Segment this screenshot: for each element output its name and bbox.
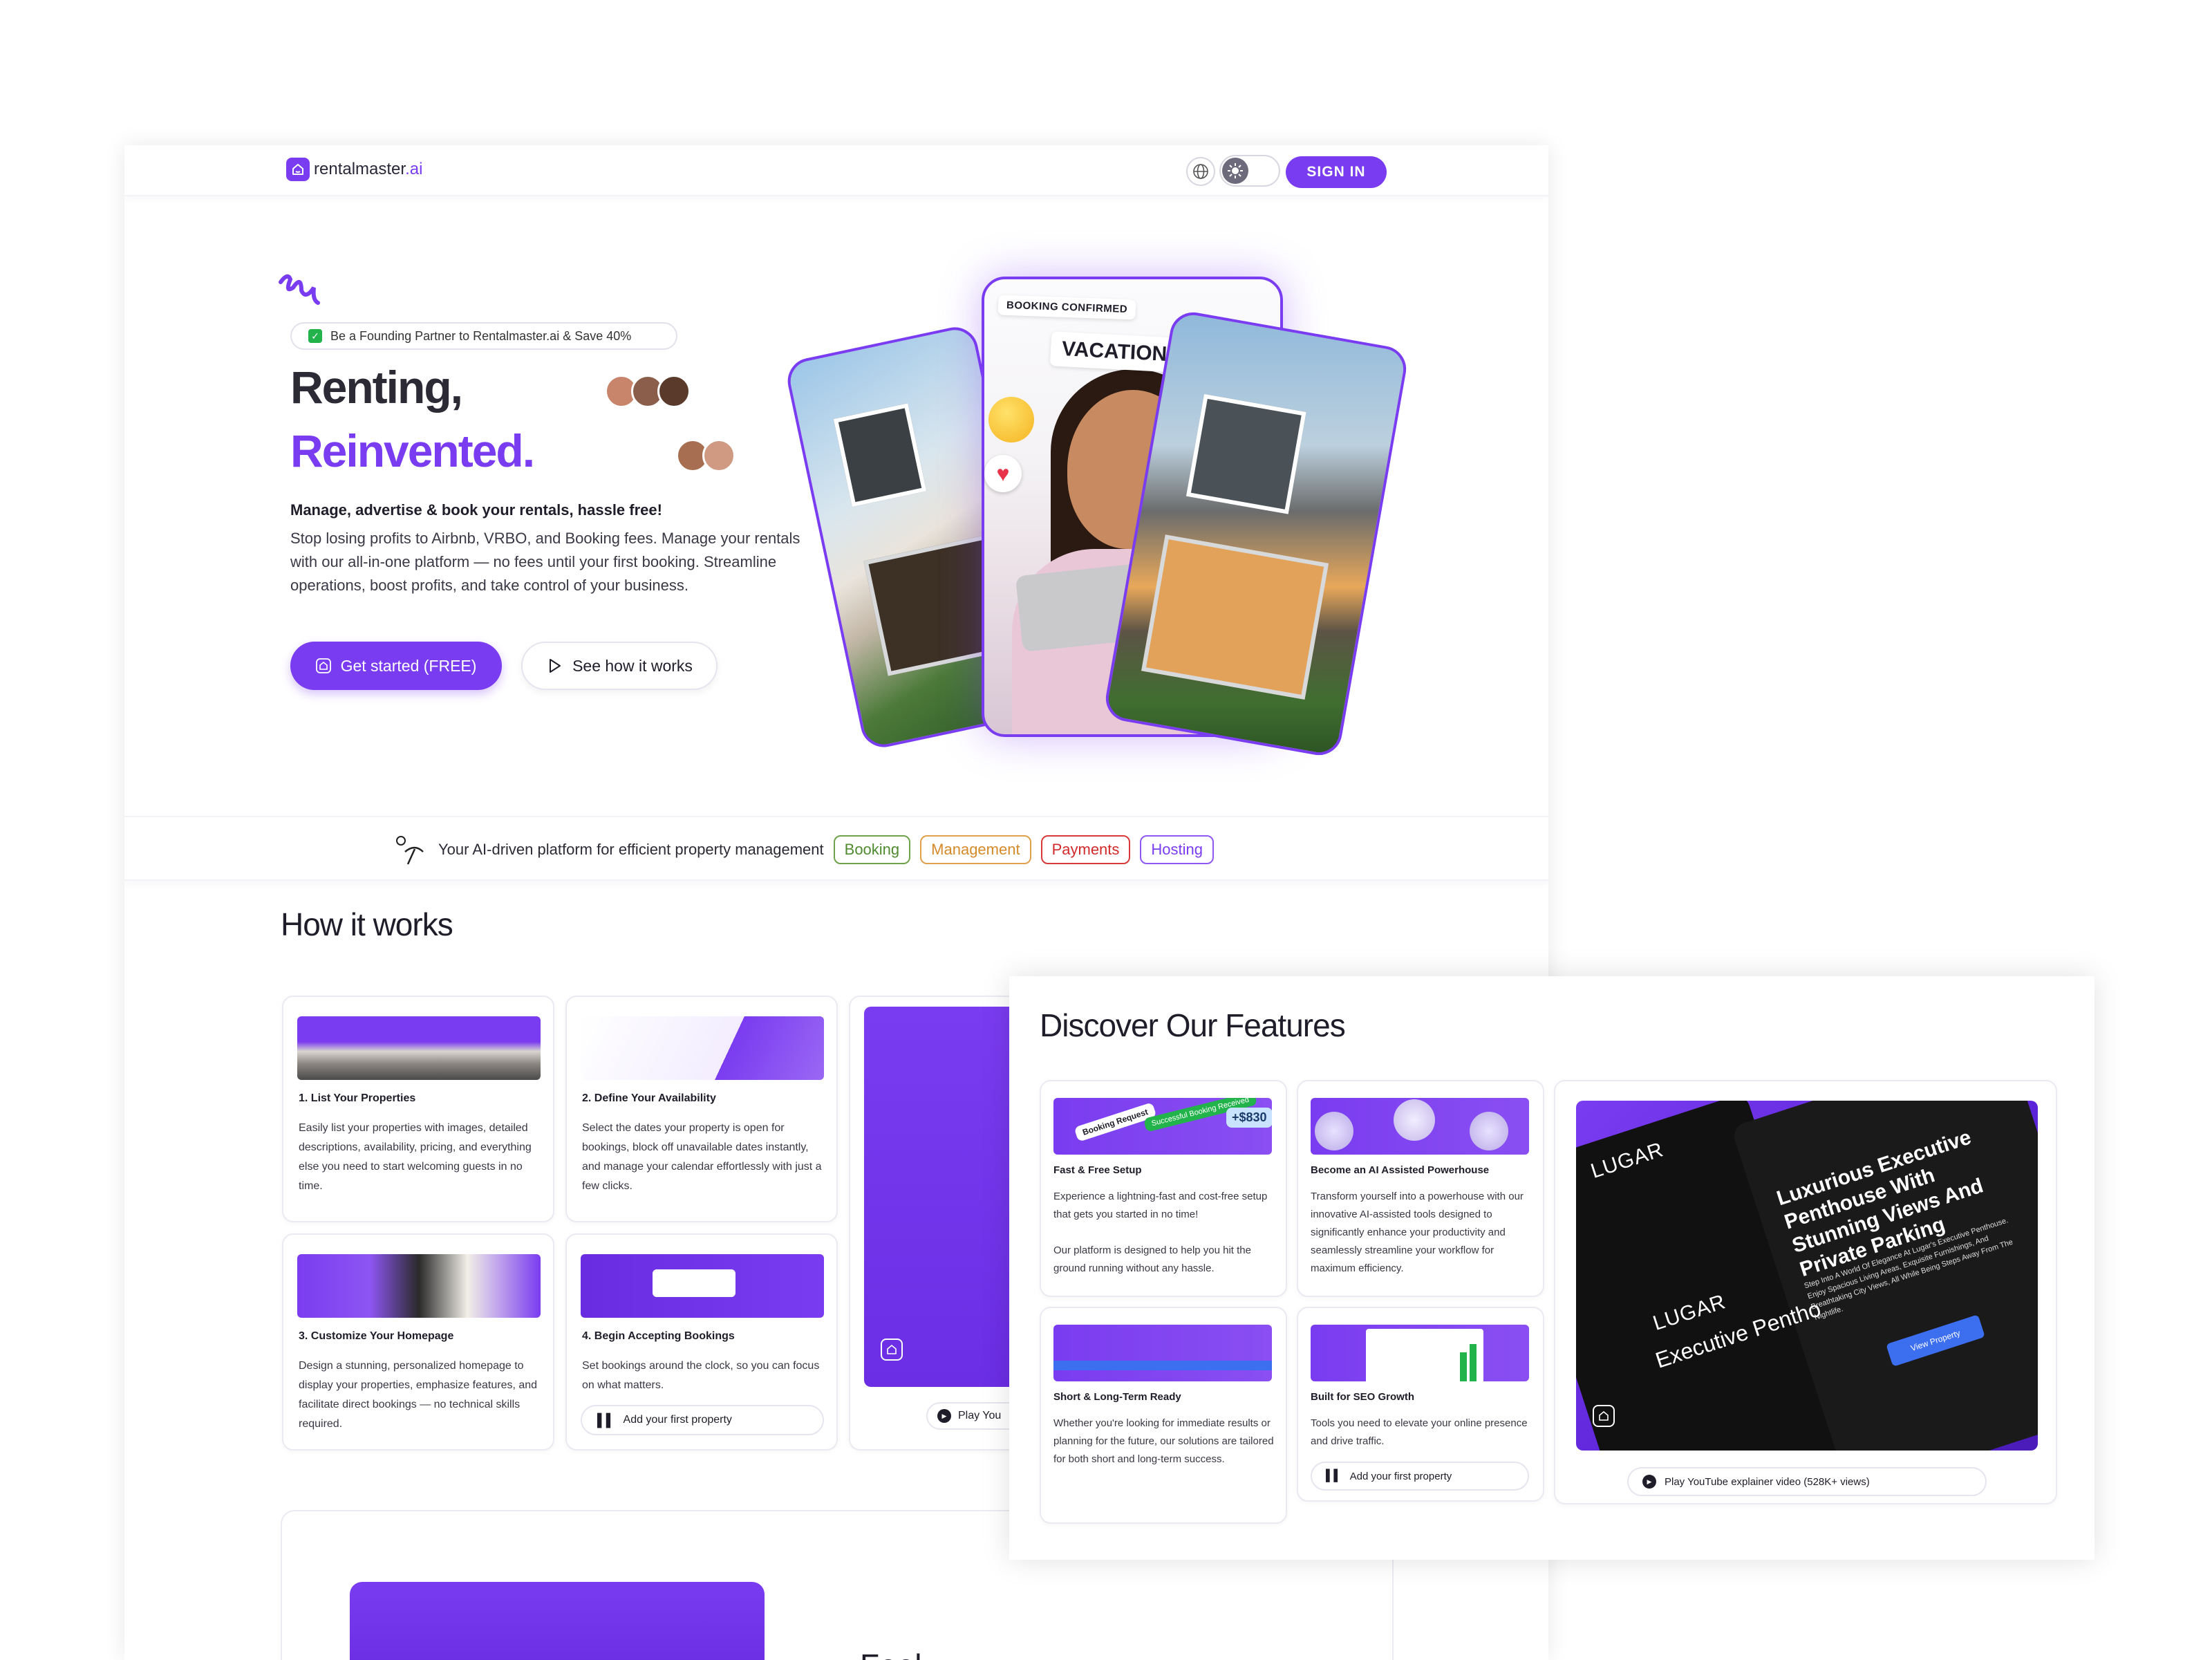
see-how-it-works-button[interactable]: See how it works: [521, 642, 718, 690]
booking-tags-image: Booking Request Successful Booking Recei…: [1053, 1098, 1272, 1155]
play-icon: ▶: [1642, 1475, 1656, 1489]
home-icon: [286, 158, 310, 181]
play-icon: ▶: [937, 1409, 951, 1423]
tagline-text: Your AI-driven platform for efficient pr…: [438, 841, 824, 858]
pickaxe-icon: [396, 836, 424, 865]
brain-icon: [1394, 1099, 1435, 1141]
brain-network-image: [1311, 1098, 1529, 1155]
emoji-face-icon: [988, 397, 1034, 442]
brand-name: rentalmaster.ai: [314, 160, 423, 178]
check-icon: ✓: [308, 329, 322, 343]
how-it-works-title: How it works: [281, 906, 453, 942]
book-icon: ▌▌: [597, 1412, 615, 1427]
headline-line-1: Renting,: [290, 362, 463, 413]
feature-image: [350, 1582, 765, 1660]
feature-card-seo: Built for SEO Growth Tools you need to e…: [1297, 1307, 1544, 1502]
chip-hosting[interactable]: Hosting: [1140, 835, 1214, 864]
globe-icon: [1193, 164, 1208, 179]
squiggle-icon: [279, 274, 320, 305]
theme-toggle[interactable]: [1219, 155, 1280, 187]
chip-payments[interactable]: Payments: [1040, 835, 1131, 864]
step-card-2: 2. Define Your Availability Select the d…: [565, 996, 838, 1222]
step-card-1: 1. List Your Properties Easily list your…: [282, 996, 554, 1222]
seo-chart-image: [1311, 1325, 1529, 1381]
sign-in-button[interactable]: SIGN IN: [1286, 156, 1387, 188]
homepage-preview-image: [297, 1254, 541, 1318]
sun-icon: [1222, 158, 1248, 184]
avatar-group-1: [605, 375, 691, 408]
avatar: [702, 439, 735, 472]
add-property-button[interactable]: ▌▌ Add your first property: [1311, 1462, 1529, 1491]
chart-bar-graphic: [1460, 1352, 1467, 1381]
chip-booking[interactable]: Booking: [833, 835, 911, 864]
window-graphic: [833, 403, 927, 507]
window-graphic: [1141, 534, 1329, 700]
timeline-image: [1053, 1325, 1272, 1381]
tagline-strip: Your AI-driven platform for efficient pr…: [124, 816, 1548, 881]
avatar: [657, 375, 691, 408]
feature-card-video: LUGAR LUGAR Luxurious Executive Penthous…: [1554, 1080, 2057, 1504]
chart-bar-graphic: [1470, 1344, 1477, 1381]
brand-logo[interactable]: rentalmaster.ai: [286, 158, 422, 181]
house-image: [297, 1016, 541, 1080]
home-icon: [315, 658, 331, 673]
top-nav: rentalmaster.ai SIGN IN: [124, 145, 1548, 196]
add-property-button[interactable]: ▌▌ Add your first property: [581, 1405, 824, 1435]
features-title: Discover Our Features: [1040, 1007, 1346, 1043]
feature-card-short-long-term: Short & Long-Term Ready Whether you're l…: [1040, 1307, 1287, 1524]
brain-icon: [1315, 1112, 1353, 1150]
avatar-group-2: [676, 439, 735, 472]
feature-card-ai-powerhouse: Become an AI Assisted Powerhouse Transfo…: [1297, 1080, 1544, 1297]
features-panel: Discover Our Features Booking Request Su…: [1009, 976, 2094, 1560]
chip-management[interactable]: Management: [920, 835, 1031, 864]
play-youtube-button[interactable]: ▶ Play YouTube explainer video (528K+ vi…: [1627, 1467, 1987, 1496]
vacation-tag: VACATION: [1049, 331, 1179, 373]
home-icon: [881, 1339, 903, 1361]
feature-heading-partial: Feel: [860, 1647, 921, 1660]
notification-graphic: [653, 1269, 735, 1297]
feature-card-fast-setup: Booking Request Successful Booking Recei…: [1040, 1080, 1287, 1297]
language-button[interactable]: [1186, 157, 1215, 186]
booking-successful-image: [581, 1254, 824, 1318]
step-card-3: 3. Customize Your Homepage Design a stun…: [282, 1233, 554, 1451]
heart-icon: ♥: [984, 455, 1022, 492]
play-icon: [550, 659, 561, 673]
window-graphic: [1185, 393, 1306, 514]
step-card-4: 4. Begin Accepting Bookings Set bookings…: [565, 1233, 838, 1451]
brain-icon: [1470, 1112, 1508, 1150]
founding-partner-badge[interactable]: ✓ Be a Founding Partner to Rentalmaster.…: [290, 322, 677, 350]
book-icon: ▌▌: [1326, 1470, 1342, 1482]
hero-description: Stop losing profits to Airbnb, VRBO, and…: [290, 530, 800, 594]
booking-confirmed-tag: BOOKING CONFIRMED: [997, 295, 1136, 320]
calendar-image: [581, 1016, 824, 1080]
timeline-bar-graphic: [1053, 1361, 1272, 1370]
home-icon: [1593, 1405, 1615, 1427]
headline-line-2: Reinvented.: [290, 425, 535, 476]
get-started-button[interactable]: Get started (FREE): [290, 642, 502, 690]
hero-subheading: Manage, advertise & book your rentals, h…: [290, 501, 662, 519]
lugar-preview-image[interactable]: LUGAR LUGAR Luxurious Executive Penthous…: [1576, 1101, 2038, 1451]
